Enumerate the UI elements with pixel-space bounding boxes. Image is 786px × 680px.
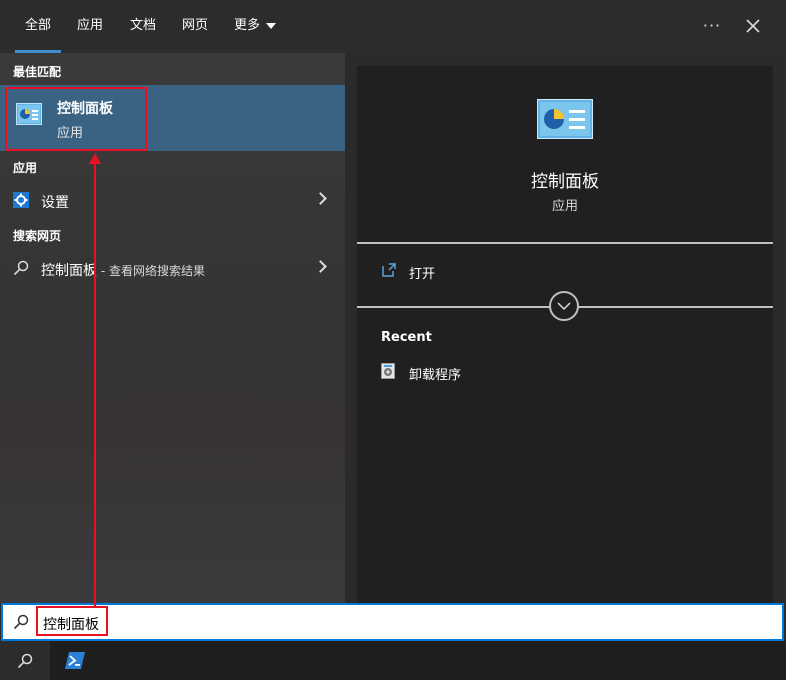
annotation-arrow xyxy=(94,162,96,606)
app-result-settings[interactable]: 设置 xyxy=(0,183,345,217)
tab-more[interactable]: 更多 xyxy=(234,0,277,53)
web-result-text: 控制面板 - 查看网络搜索结果 xyxy=(41,260,205,280)
close-icon xyxy=(746,19,760,33)
arrow-head-icon xyxy=(89,153,101,164)
expand-button[interactable] xyxy=(549,291,579,321)
search-icon xyxy=(13,260,29,276)
tab-apps-label: 应用 xyxy=(77,18,104,33)
section-apps: 应用 xyxy=(13,161,38,175)
detail-panel: 控制面板 应用 打开 Recent 卸载程序 xyxy=(357,66,773,603)
search-box[interactable]: 控制面板 xyxy=(1,603,784,641)
divider xyxy=(357,242,773,244)
chevron-right-icon[interactable] xyxy=(314,192,327,205)
recent-item-label: 卸载程序 xyxy=(409,368,462,383)
section-web: 搜索网页 xyxy=(13,229,62,243)
recent-header: Recent xyxy=(381,330,432,345)
section-best-match: 最佳匹配 xyxy=(13,65,62,79)
taskbar xyxy=(0,641,786,680)
settings-label: 设置 xyxy=(41,195,69,211)
chevron-right-icon[interactable] xyxy=(314,260,327,273)
detail-subtitle: 应用 xyxy=(551,199,578,214)
tab-web[interactable]: 网页 xyxy=(182,0,208,53)
highlight-box xyxy=(5,87,147,151)
web-result-suffix: - 查看网络搜索结果 xyxy=(97,264,205,278)
detail-title: 控制面板 xyxy=(531,172,599,192)
tab-documents-label: 文档 xyxy=(130,18,157,33)
more-options-icon[interactable]: ··· xyxy=(700,14,724,38)
close-button[interactable] xyxy=(740,13,766,39)
open-icon xyxy=(382,263,396,277)
search-icon xyxy=(17,653,33,669)
web-result-query: 控制面板 xyxy=(41,263,97,279)
control-panel-large-icon xyxy=(537,99,593,139)
taskbar-search-button[interactable] xyxy=(0,641,50,680)
search-icon xyxy=(13,614,29,630)
recent-item[interactable]: 卸载程序 xyxy=(357,358,773,386)
open-label: 打开 xyxy=(409,267,436,282)
filter-tab-bar: 全部 应用 文档 网页 更多 xyxy=(0,0,786,53)
gear-icon xyxy=(13,192,29,208)
tab-apps[interactable]: 应用 xyxy=(77,0,103,53)
chevron-down-icon xyxy=(557,302,571,311)
highlight-box xyxy=(36,606,108,636)
uninstall-program-icon xyxy=(381,363,395,379)
tab-web-label: 网页 xyxy=(182,18,209,33)
tab-all-label: 全部 xyxy=(24,18,51,33)
tab-all[interactable]: 全部 xyxy=(15,0,61,53)
tab-more-label: 更多 xyxy=(234,18,261,33)
chevron-down-icon xyxy=(266,22,277,29)
powershell-icon[interactable] xyxy=(65,652,85,669)
open-action[interactable]: 打开 xyxy=(357,256,773,286)
web-result-control-panel[interactable]: 控制面板 - 查看网络搜索结果 xyxy=(0,251,345,285)
tab-documents[interactable]: 文档 xyxy=(130,0,156,53)
